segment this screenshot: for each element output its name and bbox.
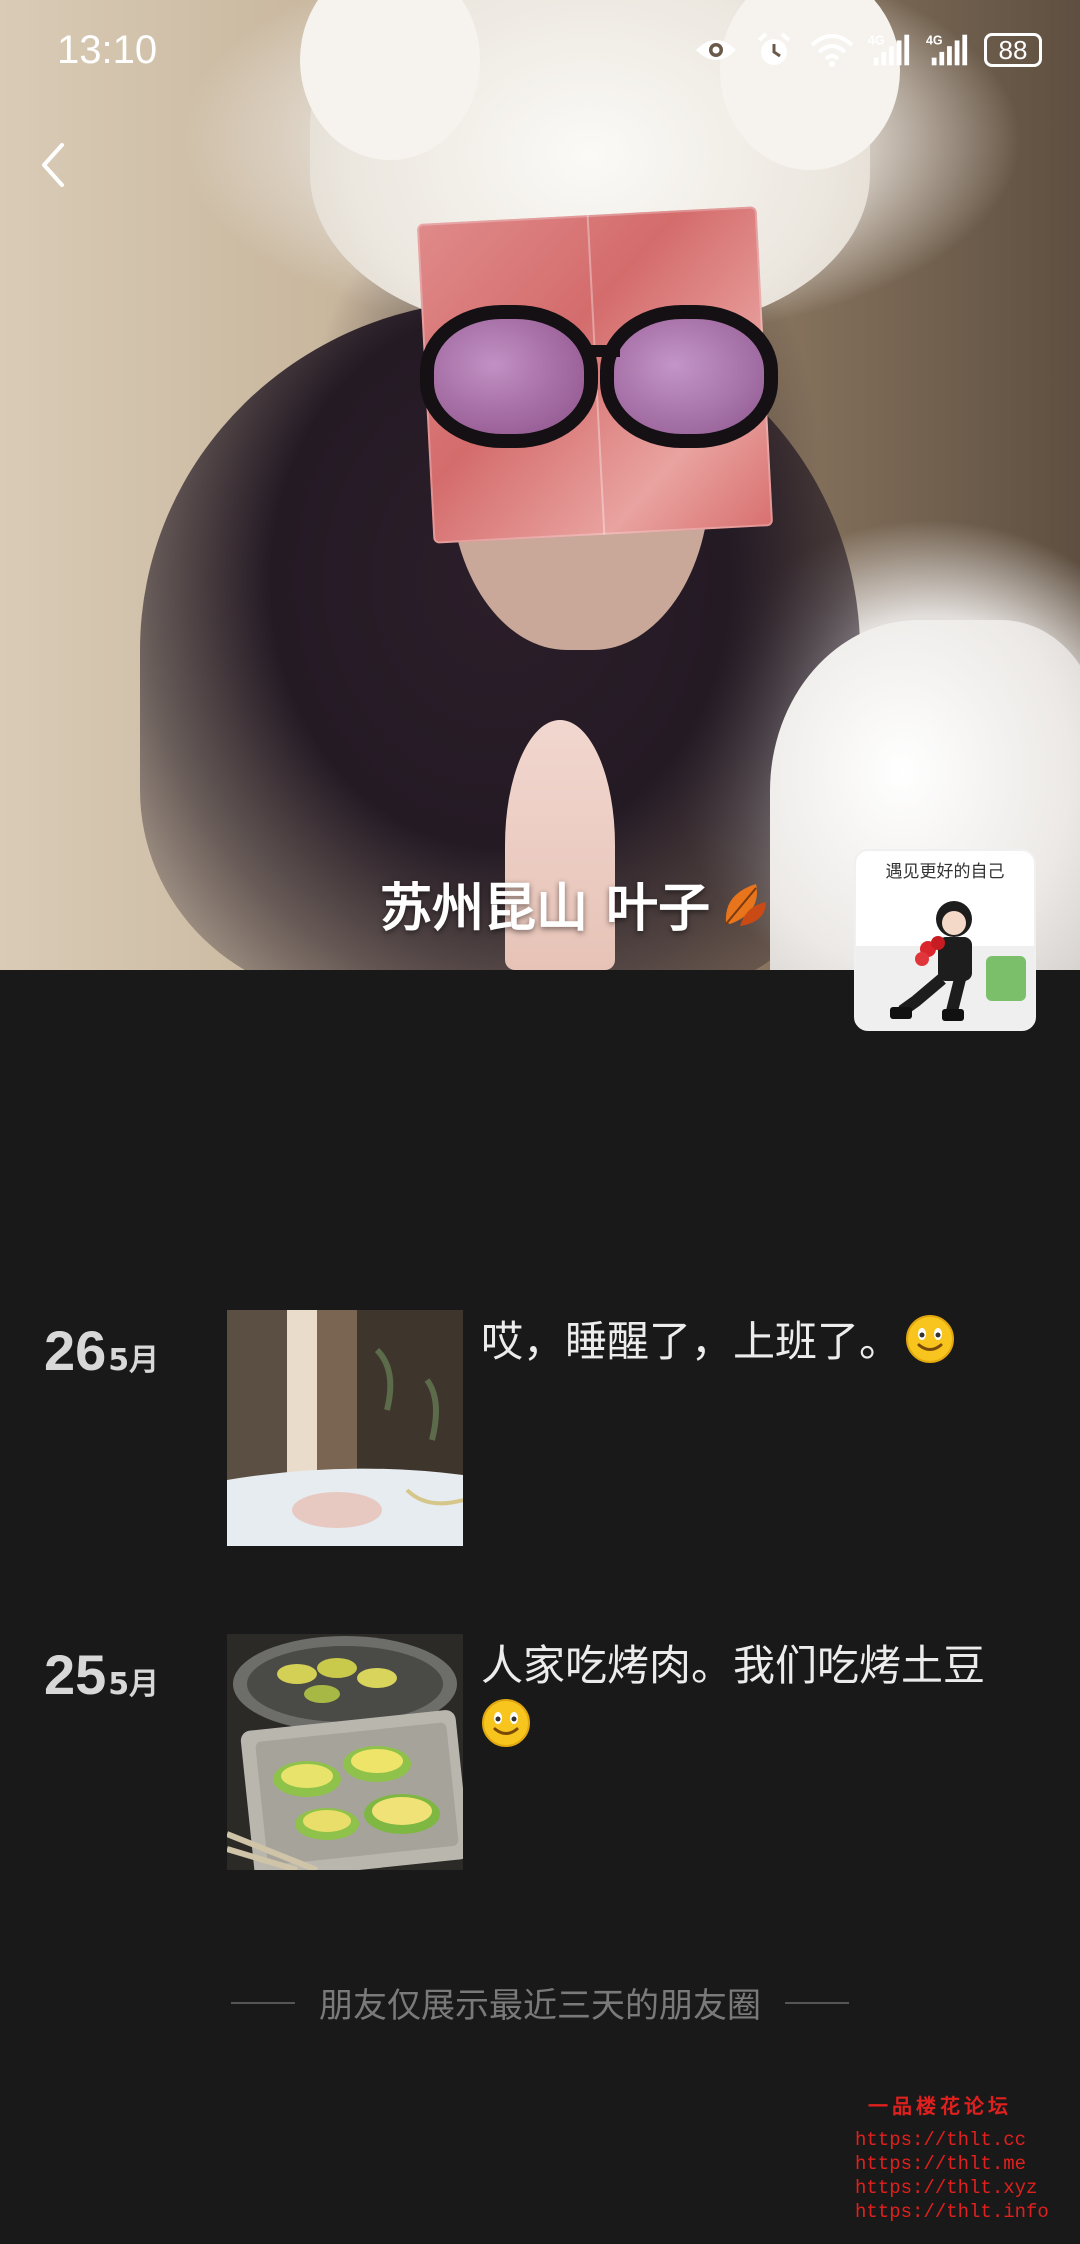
post-thumbnail[interactable] bbox=[227, 1634, 463, 1870]
status-time: 13:10 bbox=[57, 28, 158, 72]
chevron-left-icon bbox=[42, 143, 64, 187]
profile-nickname: 苏州昆山 叶子 bbox=[380, 879, 711, 939]
post-text: 哎，睡醒了，上班了。 bbox=[481, 1317, 902, 1366]
smile-emoji-icon bbox=[906, 1315, 955, 1363]
divider-line bbox=[231, 2001, 295, 2004]
cover-glasses bbox=[600, 305, 778, 448]
svg-text:4G: 4G bbox=[868, 33, 885, 47]
back-button[interactable] bbox=[30, 135, 80, 195]
wifi-icon bbox=[810, 30, 854, 70]
watermark-title: 一品楼花论坛 bbox=[868, 2097, 1012, 2120]
status-icons: 4G 4G 88 bbox=[694, 30, 1042, 70]
moments-limit-text: 朋友仅展示最近三天的朋友圈 bbox=[319, 1986, 761, 2026]
post-text-row: 人家吃烤肉。我们吃烤土豆 bbox=[481, 1636, 1041, 1756]
signal-4g-icon: 4G bbox=[926, 30, 970, 70]
site-watermark: 一品楼花论坛 https://thlt.cc https://thlt.me h… bbox=[855, 2090, 1049, 2224]
svg-text:4G: 4G bbox=[926, 33, 943, 47]
post-text-row: 哎，睡醒了，上班了。 bbox=[481, 1312, 1041, 1372]
profile-nickname-row: 苏州昆山 叶子 bbox=[380, 866, 772, 941]
post-day: 26 bbox=[44, 1319, 107, 1382]
signal-4g-icon: 4G bbox=[868, 30, 912, 70]
watermark-url: https://thlt.me bbox=[855, 2153, 1027, 2175]
cover-glasses-bridge bbox=[590, 345, 620, 357]
smile-emoji-icon bbox=[482, 1699, 530, 1747]
post-thumbnail[interactable] bbox=[227, 1310, 463, 1546]
post-day: 25 bbox=[44, 1643, 107, 1706]
post-date: 25 5月 bbox=[44, 1642, 159, 1707]
post-date: 26 5月 bbox=[44, 1318, 159, 1383]
battery-indicator: 88 bbox=[984, 33, 1042, 67]
alarm-icon bbox=[752, 30, 796, 70]
eye-icon bbox=[694, 30, 738, 70]
divider-line bbox=[785, 2001, 849, 2004]
status-bar: 13:10 4G 4G 88 bbox=[0, 0, 1080, 100]
watermark-url: https://thlt.xyz bbox=[855, 2177, 1038, 2199]
moments-limit-notice: 朋友仅展示最近三天的朋友圈 bbox=[0, 1978, 1080, 2027]
cover-glasses bbox=[420, 305, 598, 448]
profile-avatar[interactable]: 遇见更好的自己 bbox=[854, 849, 1036, 1031]
autumn-leaf-icon bbox=[725, 883, 767, 926]
cover-photo[interactable] bbox=[0, 0, 1080, 970]
post-month: 5月 bbox=[108, 1667, 160, 1702]
watermark-url: https://thlt.cc bbox=[855, 2129, 1027, 2151]
watermark-url: https://thlt.info bbox=[855, 2201, 1049, 2223]
post-text: 人家吃烤肉。我们吃烤土豆 bbox=[481, 1641, 986, 1690]
avatar-caption: 遇见更好的自己 bbox=[885, 862, 1005, 882]
post-month: 5月 bbox=[108, 1343, 160, 1378]
